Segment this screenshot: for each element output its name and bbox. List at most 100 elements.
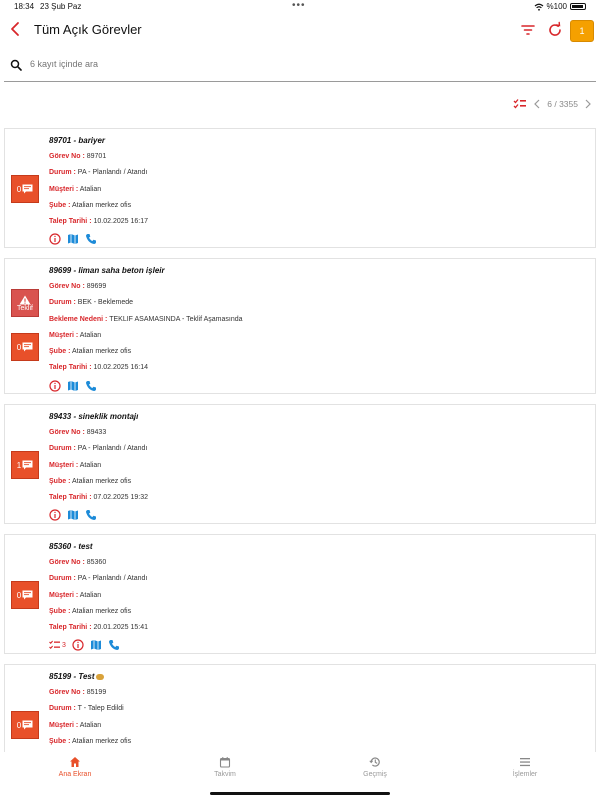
task-title: 85360 - test — [49, 542, 93, 551]
search-input[interactable] — [30, 59, 430, 69]
nav-history[interactable]: Geçmiş — [325, 756, 425, 778]
checklist-icon — [49, 641, 60, 650]
task-card[interactable]: 1 89433 - sineklik montajı Görev No : 89… — [4, 404, 596, 524]
task-card[interactable]: Teklif 0 89699 - liman saha beton işleir… — [4, 258, 596, 394]
info-icon[interactable] — [72, 639, 84, 652]
checklist-toggle-icon[interactable] — [513, 98, 527, 110]
multitask-dots[interactable]: ••• — [292, 0, 306, 11]
task-card[interactable]: 0 89701 - bariyer Görev No : 89701 Durum… — [4, 128, 596, 248]
home-indicator[interactable] — [210, 792, 390, 795]
phone-icon[interactable] — [85, 509, 97, 521]
card-actions — [49, 230, 595, 248]
nav-operations[interactable]: İşlemler — [475, 756, 575, 778]
nav-operations-label: İşlemler — [512, 771, 538, 778]
label-durum: Durum — [49, 445, 72, 453]
notification-badge-button[interactable]: 1 — [570, 20, 594, 42]
home-icon — [70, 757, 80, 767]
task-branch: Atalian merkez ofis — [71, 348, 132, 356]
nav-calendar[interactable]: Takvim — [175, 756, 275, 778]
task-number: 85199 — [86, 689, 107, 696]
label-musteri: Müşteri — [49, 721, 74, 729]
chat-icon — [22, 720, 33, 730]
label-sube: Şube — [49, 477, 67, 485]
messages-button[interactable]: 0 — [11, 333, 39, 361]
battery-icon — [570, 3, 586, 10]
map-icon[interactable] — [67, 509, 79, 521]
label-sube: Şube — [49, 348, 67, 356]
task-list: 0 89701 - bariyer Görev No : 89701 Durum… — [4, 128, 596, 752]
task-customer: Atalian — [79, 591, 102, 599]
filter-icon[interactable] — [519, 21, 537, 39]
card-actions — [49, 377, 595, 395]
task-request-date: 10.02.2025 16:14 — [93, 364, 148, 372]
label-gorev-no: Görev No — [49, 283, 81, 290]
task-customer: Atalian — [79, 331, 102, 339]
task-status: T - Talep Edildi — [77, 705, 124, 713]
label-gorev-no: Görev No — [49, 559, 81, 566]
task-customer: Atalian — [79, 721, 102, 729]
prev-page-icon[interactable] — [533, 99, 541, 109]
checklist-button[interactable]: 3 — [49, 640, 66, 650]
message-count: 0 — [16, 590, 22, 600]
message-count: 0 — [16, 720, 22, 730]
label-bekleme-nedeni: Bekleme Nedeni — [49, 315, 104, 323]
label-sube: Şube — [49, 201, 67, 209]
task-number: 85360 — [86, 559, 107, 566]
label-talep-tarihi: Talep Tarihi — [49, 364, 88, 372]
task-customer: Atalian — [79, 185, 102, 193]
notification-count: 1 — [579, 26, 585, 36]
search-icon — [10, 59, 22, 71]
label-talep-tarihi: Talep Tarihi — [49, 624, 88, 632]
status-time: 18:34 — [14, 2, 35, 11]
phone-icon[interactable] — [85, 233, 97, 245]
messages-button[interactable]: 0 — [11, 175, 39, 203]
task-status: PA - Planlandı / Atandı — [77, 575, 148, 583]
task-wait-reason: TEKLIF ASAMASINDA - Teklif Aşamasında — [109, 315, 243, 323]
task-status: BEK - Beklemede — [77, 299, 134, 307]
label-durum: Durum — [49, 575, 72, 583]
checklist-count: 3 — [62, 641, 66, 649]
info-icon[interactable] — [49, 233, 61, 246]
task-number: 89433 — [86, 429, 107, 436]
task-status: PA - Planlandı / Atandı — [77, 445, 148, 453]
history-icon — [369, 757, 380, 767]
task-request-date: 20.01.2025 15:41 — [93, 624, 148, 632]
battery-percent: %100 — [546, 2, 567, 11]
message-count: 0 — [16, 184, 22, 194]
label-durum: Durum — [49, 705, 72, 713]
label-musteri: Müşteri — [49, 461, 74, 469]
label-sube: Şube — [49, 607, 67, 615]
map-icon[interactable] — [67, 380, 79, 392]
label-musteri: Müşteri — [49, 331, 74, 339]
next-page-icon[interactable] — [584, 99, 592, 109]
messages-button[interactable]: 0 — [11, 711, 39, 739]
offer-warning-badge[interactable]: Teklif — [11, 289, 39, 317]
phone-icon[interactable] — [85, 380, 97, 392]
calendar-icon — [219, 757, 231, 768]
phone-icon[interactable] — [108, 639, 120, 651]
map-icon[interactable] — [90, 639, 102, 651]
back-arrow-icon[interactable] — [6, 19, 26, 39]
messages-button[interactable]: 1 — [11, 451, 39, 479]
warning-icon — [19, 295, 31, 304]
info-icon[interactable] — [49, 380, 61, 392]
task-card[interactable]: 0 85199 - Test Görev No : 85199 Durum : … — [4, 664, 596, 752]
refresh-icon[interactable] — [546, 21, 564, 39]
task-branch: Atalian merkez ofis — [71, 737, 132, 745]
messages-button[interactable]: 0 — [11, 581, 39, 609]
offer-label: Teklif — [17, 304, 33, 312]
label-durum: Durum — [49, 169, 72, 177]
nav-history-label: Geçmiş — [363, 771, 387, 778]
status-date: 23 Şub Paz — [40, 2, 82, 11]
map-icon[interactable] — [67, 233, 79, 245]
task-request-date: 10.02.2025 16:17 — [93, 218, 148, 226]
nav-home[interactable]: Ana Ekran — [25, 756, 125, 778]
card-actions: 3 — [49, 636, 595, 654]
task-card[interactable]: 0 85360 - test Görev No : 85360 Durum : … — [4, 534, 596, 654]
task-status: PA - Planlandı / Atandı — [77, 169, 148, 177]
nav-home-label: Ana Ekran — [58, 771, 92, 778]
task-number: 89701 — [86, 153, 107, 160]
label-sube: Şube — [49, 737, 67, 745]
info-icon[interactable] — [49, 509, 61, 522]
label-gorev-no: Görev No — [49, 689, 81, 696]
